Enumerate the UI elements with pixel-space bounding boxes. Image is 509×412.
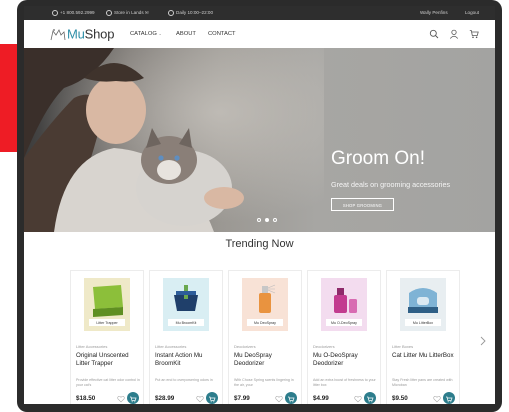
add-to-cart-button[interactable] [285,392,297,404]
product-card[interactable]: Mu LitterBox Litter Boxes Cat Litter Mu … [386,270,460,404]
logo-prefix: Mu [67,26,85,42]
product-card[interactable]: Mu O-DeoSpray Deodorizers Mu O-DeoSpray … [307,270,381,404]
device-frame: +1 800.592.2999 Store in Lands ✉ Daily 1… [17,0,502,412]
phone-text: +1 800.592.2999 [60,10,95,15]
site-header: MuShop CATALOG ⌄ ABOUT CONTACT [24,20,495,49]
product-category: Deodorizers [234,344,256,349]
carousel-dot[interactable] [273,218,277,222]
cart-icon [209,396,216,403]
deospray-box-label: Mu DeoSpray [254,321,276,325]
heart-icon[interactable] [117,395,125,403]
logout-link[interactable]: Logout [465,6,479,20]
user-name[interactable]: Wally Penfins [420,6,448,20]
product-price: $28.99 [155,395,175,402]
add-to-cart-button[interactable] [443,392,455,404]
add-to-cart-button[interactable] [127,392,139,404]
product-price: $7.99 [234,395,250,402]
product-card[interactable]: Mu BroomKit Litter Accessories Instant A… [149,270,223,404]
product-card[interactable]: Mu DeoSpray Deodorizers Mu DeoSpray Deod… [228,270,302,404]
heart-icon[interactable] [196,395,204,403]
chevron-right-icon[interactable] [479,336,487,346]
hero-subtitle: Great deals on grooming accessories [331,180,451,189]
shop-grooming-button[interactable]: SHOP GROOMING [331,198,394,211]
litter-trapper-box-label: Litter Trapper [96,321,118,325]
nav-contact[interactable]: CONTACT [208,20,236,48]
add-to-cart-button[interactable] [206,392,218,404]
add-to-cart-button[interactable] [364,392,376,404]
product-description: Provide effective cat litter odor contro… [76,378,140,387]
user-icon[interactable] [449,29,459,39]
deospray-image: Mu DeoSpray [242,278,288,331]
o-deospray-box-label: Mu O-DeoSpray [331,321,357,325]
search-icon[interactable] [429,29,439,39]
trending-title: Trending Now [225,238,294,250]
product-price: $9.50 [392,395,408,402]
product-category: Deodorizers [313,344,335,349]
product-price: $18.50 [76,395,96,402]
product-category: Litter Accessories [155,344,187,349]
site-logo[interactable]: MuShop [49,25,114,43]
product-name[interactable]: Mu O-DeoSpray Deodorizer [313,352,381,367]
product-name[interactable]: Instant Action Mu BroomKit [155,352,223,367]
product-category: Litter Accessories [76,344,108,349]
cart-icon [130,396,137,403]
product-card[interactable]: Litter Trapper Litter Accessories Origin… [70,270,144,404]
product-name[interactable]: Original Unscented Litter Trapper [76,352,144,367]
cat-logo-icon [49,27,67,41]
phone-link[interactable]: +1 800.592.2999 [52,6,95,20]
heart-icon[interactable] [354,395,362,403]
carousel-dot-active[interactable] [265,218,269,222]
cart-icon [288,396,295,403]
nav-about[interactable]: ABOUT [176,20,196,48]
hero-title: Groom On! [331,148,425,169]
hero-banner: Groom On! Great deals on grooming access… [24,48,495,232]
cart-icon[interactable] [469,29,479,39]
phone-icon [52,9,58,16]
screen: +1 800.592.2999 Store in Lands ✉ Daily 1… [24,6,495,404]
cart-icon [446,396,453,403]
product-name[interactable]: Cat Litter Mu LitterBox [392,352,460,360]
nav-catalog[interactable]: CATALOG ⌄ [130,20,162,48]
clock-icon [168,9,174,16]
product-description: Stay Fresh litter pans are created with … [392,378,453,387]
product-price: $4.99 [313,395,329,402]
chevron-down-icon: ⌄ [158,31,162,36]
o-deospray-image: Mu O-DeoSpray [321,278,367,331]
store-link[interactable]: Store in Lands ✉ [106,6,149,20]
litterbox-image: Mu LitterBox [400,278,446,331]
broomkit-box-label: Mu BroomKit [176,321,197,325]
store-text: Store in Lands ✉ [114,10,149,15]
hours-info: Daily 10:00–22:00 [168,6,213,20]
heart-icon[interactable] [275,395,283,403]
carousel-dot[interactable] [257,218,261,222]
product-description: Put an end to overpowering odors in [155,378,213,382]
product-description: Add an extra boost of freshness to your … [313,378,376,387]
logo-suffix: Shop [84,26,115,42]
heart-icon[interactable] [433,395,441,403]
top-bar: +1 800.592.2999 Store in Lands ✉ Daily 1… [24,6,495,20]
cart-icon [367,396,374,403]
product-description: With Chose Spring scents lingering in th… [234,378,294,387]
litter-trapper-image: Litter Trapper [84,278,130,331]
location-icon [106,9,112,16]
litterbox-box-label: Mu LitterBox [413,321,433,325]
hours-text: Daily 10:00–22:00 [176,10,214,15]
product-category: Litter Boxes [392,344,414,349]
broomkit-image: Mu BroomKit [163,278,209,331]
product-name[interactable]: Mu DeoSpray Deodorizer [234,352,302,367]
hero-photo [24,48,324,232]
nav-catalog-label: CATALOG [130,31,157,37]
